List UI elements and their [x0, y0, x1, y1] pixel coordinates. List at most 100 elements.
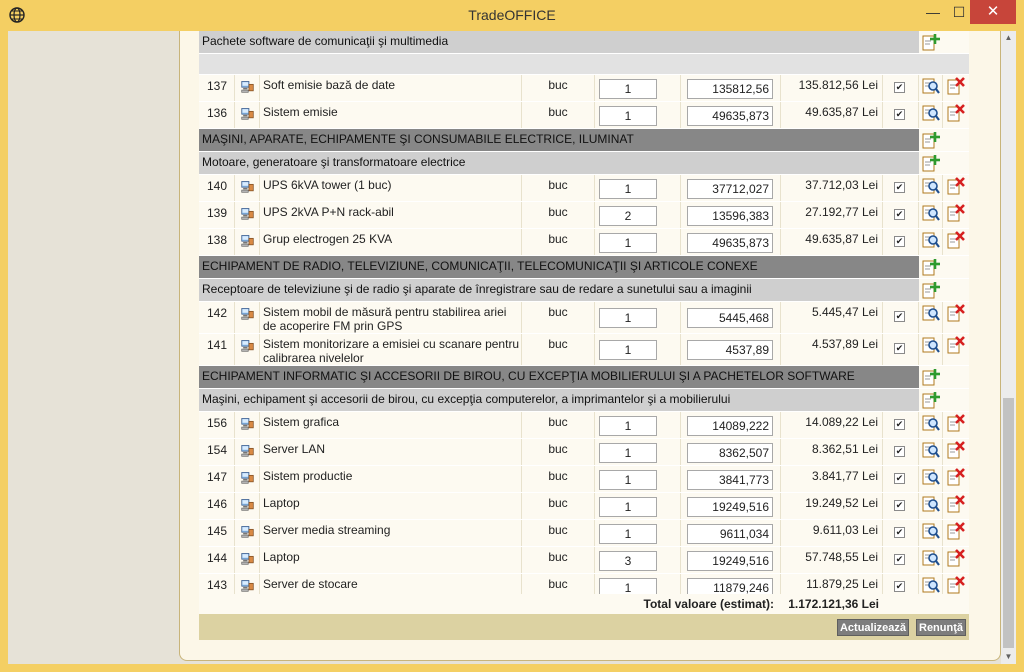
computer-icon[interactable]: [240, 234, 255, 247]
edit-icon[interactable]: [922, 414, 940, 432]
delete-icon[interactable]: [947, 204, 965, 222]
item-checkbox[interactable]: ✔: [894, 311, 905, 322]
item-checkbox[interactable]: ✔: [894, 527, 905, 538]
item-checkbox[interactable]: ✔: [894, 581, 905, 592]
delete-icon[interactable]: [947, 576, 965, 594]
computer-icon[interactable]: [240, 471, 255, 484]
scroll-up-icon[interactable]: ▲: [1001, 31, 1016, 45]
item-checkbox[interactable]: ✔: [894, 109, 905, 120]
delete-icon[interactable]: [947, 104, 965, 122]
action-bar: Actualizează Renunţă: [199, 614, 969, 640]
computer-icon[interactable]: [240, 207, 255, 220]
price-input[interactable]: 135812,56: [687, 79, 773, 99]
edit-icon[interactable]: [922, 177, 940, 195]
item-checkbox[interactable]: ✔: [894, 209, 905, 220]
price-input[interactable]: 19249,516: [687, 551, 773, 571]
quantity-input[interactable]: 1: [599, 106, 657, 126]
edit-icon[interactable]: [922, 77, 940, 95]
edit-icon[interactable]: [922, 495, 940, 513]
item-checkbox[interactable]: ✔: [894, 419, 905, 430]
computer-icon[interactable]: [240, 307, 255, 320]
item-checkbox[interactable]: ✔: [894, 82, 905, 93]
add-icon[interactable]: [922, 154, 940, 172]
delete-icon[interactable]: [947, 336, 965, 354]
item-checkbox[interactable]: ✔: [894, 182, 905, 193]
computer-icon[interactable]: [240, 180, 255, 193]
add-icon[interactable]: [922, 391, 940, 409]
quantity-input[interactable]: 1: [599, 79, 657, 99]
quantity-input[interactable]: 1: [599, 416, 657, 436]
delete-icon[interactable]: [947, 549, 965, 567]
delete-icon[interactable]: [947, 441, 965, 459]
add-icon[interactable]: [922, 368, 940, 386]
computer-icon[interactable]: [240, 579, 255, 592]
item-checkbox[interactable]: ✔: [894, 446, 905, 457]
add-icon[interactable]: [922, 131, 940, 149]
scroll-down-icon[interactable]: ▼: [1001, 650, 1016, 664]
close-button[interactable]: ✕: [970, 0, 1016, 24]
delete-icon[interactable]: [947, 77, 965, 95]
quantity-input[interactable]: 1: [599, 308, 657, 328]
delete-icon[interactable]: [947, 304, 965, 322]
price-input[interactable]: 4537,89: [687, 340, 773, 360]
add-icon[interactable]: [922, 281, 940, 299]
add-icon[interactable]: [922, 258, 940, 276]
price-input[interactable]: 5445,468: [687, 308, 773, 328]
quantity-input[interactable]: 1: [599, 524, 657, 544]
quantity-input[interactable]: 1: [599, 470, 657, 490]
price-input[interactable]: 49635,873: [687, 233, 773, 253]
quantity-input[interactable]: 3: [599, 551, 657, 571]
edit-icon[interactable]: [922, 441, 940, 459]
item-checkbox[interactable]: ✔: [894, 554, 905, 565]
delete-icon[interactable]: [947, 231, 965, 249]
computer-icon[interactable]: [240, 417, 255, 430]
price-input[interactable]: 37712,027: [687, 179, 773, 199]
computer-icon[interactable]: [240, 107, 255, 120]
computer-icon[interactable]: [240, 498, 255, 511]
computer-icon[interactable]: [240, 444, 255, 457]
quantity-input[interactable]: 2: [599, 206, 657, 226]
computer-icon[interactable]: [240, 80, 255, 93]
computer-icon[interactable]: [240, 525, 255, 538]
item-checkbox[interactable]: ✔: [894, 473, 905, 484]
minimize-button[interactable]: —: [920, 0, 946, 24]
add-icon[interactable]: [922, 33, 940, 51]
maximize-button[interactable]: ☐: [946, 0, 972, 24]
vertical-scrollbar[interactable]: ▲ ▼: [1001, 31, 1016, 664]
delete-icon[interactable]: [947, 414, 965, 432]
edit-icon[interactable]: [922, 104, 940, 122]
edit-icon[interactable]: [922, 336, 940, 354]
cancel-button[interactable]: Renunţă: [916, 619, 966, 636]
item-checkbox[interactable]: ✔: [894, 343, 905, 354]
quantity-input[interactable]: 1: [599, 497, 657, 517]
delete-icon[interactable]: [947, 468, 965, 486]
scrollbar-thumb[interactable]: [1003, 398, 1014, 648]
quantity-input[interactable]: 1: [599, 340, 657, 360]
item-checkbox[interactable]: ✔: [894, 500, 905, 511]
price-input[interactable]: 14089,222: [687, 416, 773, 436]
edit-icon[interactable]: [922, 204, 940, 222]
item-checkbox[interactable]: ✔: [894, 236, 905, 247]
computer-icon[interactable]: [240, 552, 255, 565]
edit-icon[interactable]: [922, 231, 940, 249]
computer-icon[interactable]: [240, 339, 255, 352]
item-icon-cell: [235, 439, 260, 465]
update-button[interactable]: Actualizează: [837, 619, 909, 636]
delete-icon[interactable]: [947, 177, 965, 195]
edit-icon[interactable]: [922, 468, 940, 486]
quantity-input[interactable]: 1: [599, 179, 657, 199]
delete-icon[interactable]: [947, 495, 965, 513]
quantity-input[interactable]: 1: [599, 233, 657, 253]
price-input[interactable]: 8362,507: [687, 443, 773, 463]
edit-icon[interactable]: [922, 304, 940, 322]
edit-icon[interactable]: [922, 576, 940, 594]
price-input[interactable]: 9611,034: [687, 524, 773, 544]
edit-icon[interactable]: [922, 522, 940, 540]
price-input[interactable]: 13596,383: [687, 206, 773, 226]
price-input[interactable]: 3841,773: [687, 470, 773, 490]
quantity-input[interactable]: 1: [599, 443, 657, 463]
delete-icon[interactable]: [947, 522, 965, 540]
price-input[interactable]: 49635,873: [687, 106, 773, 126]
edit-icon[interactable]: [922, 549, 940, 567]
price-input[interactable]: 19249,516: [687, 497, 773, 517]
